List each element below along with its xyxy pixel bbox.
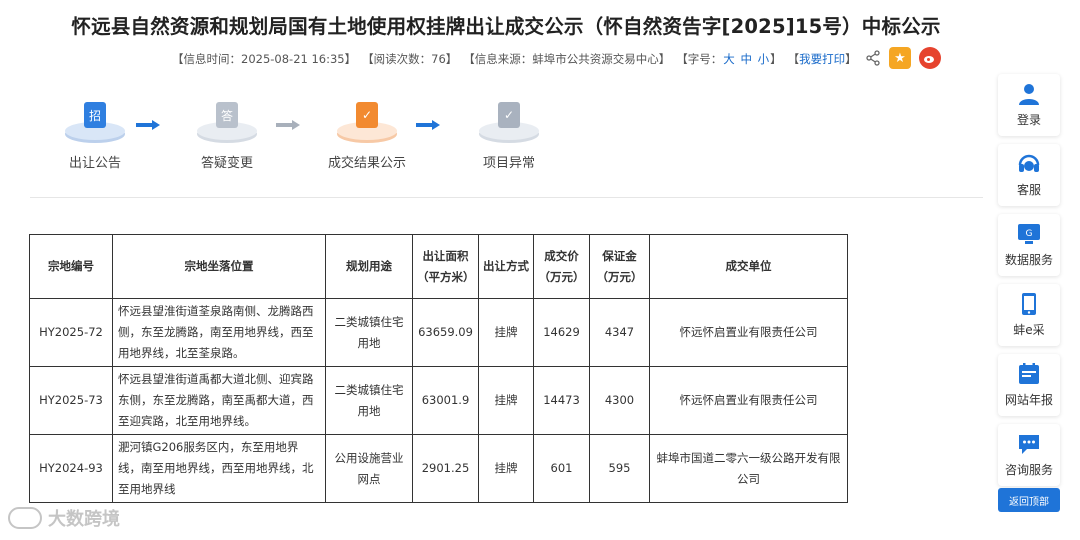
parcel-no-cell: HY2025-73 bbox=[29, 366, 113, 435]
source-value: 蚌埠市公共资源交易中心 bbox=[532, 52, 659, 66]
sidebar-item-login[interactable]: 登录 bbox=[998, 74, 1060, 136]
sidebar-item-support[interactable]: 客服 bbox=[998, 144, 1060, 206]
parcel-no-cell: HY2025-72 bbox=[29, 298, 113, 367]
method-cell: 挂牌 bbox=[478, 298, 534, 367]
step-exception[interactable]: ✓ 项目异常 bbox=[464, 96, 554, 171]
sidebar-item-label: 咨询服务 bbox=[1004, 463, 1053, 477]
location-cell: 怀远县望淮街道禹都大道北侧、迎宾路东侧，东至龙腾路，南至禹都大道，西至迎宾路，北… bbox=[112, 366, 326, 435]
announcement-icon: 招 bbox=[84, 102, 106, 128]
watermark-logo-icon bbox=[8, 507, 42, 529]
method-cell: 挂牌 bbox=[478, 434, 534, 503]
step-announcement[interactable]: 招 出让公告 bbox=[50, 96, 140, 171]
font-large-link[interactable]: 大 bbox=[723, 52, 735, 66]
result-table: 宗地编号 宗地坐落位置 规划用途 出让面积（平方米） 出让方式 成交价（万元） … bbox=[29, 234, 848, 503]
deposit-cell: 4300 bbox=[589, 366, 650, 435]
watermark: 大数跨境 bbox=[8, 505, 120, 531]
data-service-icon: G bbox=[1017, 222, 1041, 246]
info-source: 【信息来源：蚌埠市公共资源交易中心】 bbox=[463, 52, 671, 66]
font-medium-link[interactable]: 中 bbox=[740, 52, 752, 66]
col-method: 出让方式 bbox=[478, 234, 534, 299]
step-label: 出让公告 bbox=[68, 156, 121, 171]
mobile-icon bbox=[1017, 292, 1041, 316]
winner-cell: 蚌埠市国道二零六一级公路开发有限公司 bbox=[649, 434, 848, 503]
deposit-cell: 595 bbox=[589, 434, 650, 503]
price-cell: 14473 bbox=[533, 366, 590, 435]
table-row: HY2025-72 怀远县望淮街道荃泉路南侧、龙腾路西侧，东至龙腾路，南至用地界… bbox=[29, 298, 848, 367]
sidebar-item-label: 客服 bbox=[1016, 183, 1041, 197]
sidebar-item-consult[interactable]: 咨询服务 bbox=[998, 424, 1060, 486]
price-cell: 14629 bbox=[533, 298, 590, 367]
sidebar-item-annual-report[interactable]: 网站年报 bbox=[998, 354, 1060, 416]
page-title: 怀远县自然资源和规划局国有土地使用权挂牌出让成交公示（怀自然资告字[2025]1… bbox=[71, 15, 941, 38]
method-cell: 挂牌 bbox=[478, 366, 534, 435]
print-wrap: 【我要打印】 bbox=[787, 52, 857, 66]
read-count: 【阅读次数：76】 bbox=[362, 52, 458, 66]
col-parcel-no: 宗地编号 bbox=[29, 234, 113, 299]
location-cell: 淝河镇G206服务区内，东至用地界线，南至用地界线，西至用地界线，北至用地界线 bbox=[112, 434, 326, 503]
watermark-text: 大数跨境 bbox=[48, 509, 120, 530]
arrow-right-icon bbox=[136, 120, 160, 130]
right-sidebar: 登录 客服 G 数据服务 蚌e采 网站年报 咨询服务 bbox=[998, 74, 1060, 494]
arrow-right-icon bbox=[276, 120, 300, 130]
sidebar-item-label: 数据服务 bbox=[1004, 253, 1053, 267]
sidebar-item-data-service[interactable]: G 数据服务 bbox=[998, 214, 1060, 276]
area-cell: 63659.09 bbox=[412, 298, 479, 367]
sidebar-item-label: 网站年报 bbox=[1004, 393, 1053, 407]
sidebar-item-label: 登录 bbox=[1016, 113, 1041, 127]
col-use: 规划用途 bbox=[325, 234, 413, 299]
annual-report-icon bbox=[1017, 362, 1041, 386]
weibo-icon[interactable] bbox=[919, 47, 941, 69]
sidebar-item-label: 蚌e采 bbox=[1013, 323, 1045, 337]
winner-cell: 怀远怀启置业有限责任公司 bbox=[649, 298, 848, 367]
qa-icon: 答 bbox=[216, 102, 238, 128]
step-qa-change[interactable]: 答 答疑变更 bbox=[182, 96, 272, 171]
print-link[interactable]: 我要打印 bbox=[799, 52, 845, 66]
favorite-star-icon[interactable]: ★ bbox=[889, 47, 911, 69]
result-icon: ✓ bbox=[356, 102, 378, 128]
col-area: 出让面积（平方米） bbox=[412, 234, 479, 299]
area-cell: 2901.25 bbox=[412, 434, 479, 503]
sidebar-item-mobile[interactable]: 蚌e采 bbox=[998, 284, 1060, 346]
share-bar: ★ bbox=[865, 47, 941, 69]
step-result[interactable]: ✓ 成交结果公示 bbox=[322, 96, 412, 171]
share-icon[interactable] bbox=[865, 50, 881, 66]
step-label: 答疑变更 bbox=[200, 156, 253, 171]
table-row: HY2025-73 怀远县望淮街道禹都大道北侧、迎宾路东侧，东至龙腾路，南至禹都… bbox=[29, 366, 848, 435]
use-cell: 二类城镇住宅用地 bbox=[325, 366, 413, 435]
col-winner: 成交单位 bbox=[649, 234, 848, 299]
headset-icon bbox=[1017, 152, 1041, 176]
chat-icon bbox=[1017, 432, 1041, 456]
location-cell: 怀远县望淮街道荃泉路南侧、龙腾路西侧，东至龙腾路，南至用地界线，西至用地界线，北… bbox=[112, 298, 326, 367]
winner-cell: 怀远怀启置业有限责任公司 bbox=[649, 366, 848, 435]
arrow-right-icon bbox=[416, 120, 440, 130]
process-steps: 招 出让公告 答 答疑变更 ✓ 成交结果公示 ✓ 项目异常 bbox=[50, 96, 610, 176]
use-cell: 公用设施营业网点 bbox=[325, 434, 413, 503]
exception-icon: ✓ bbox=[498, 102, 520, 128]
meta-bar: 【信息时间：2025-08-21 16:35】 【阅读次数：76】 【信息来源：… bbox=[172, 50, 863, 68]
step-label: 成交结果公示 bbox=[327, 156, 406, 171]
back-to-top-button[interactable]: 返回顶部 bbox=[998, 488, 1060, 512]
deposit-cell: 4347 bbox=[589, 298, 650, 367]
svg-text:G: G bbox=[1026, 229, 1033, 239]
parcel-no-cell: HY2024-93 bbox=[29, 434, 113, 503]
col-price: 成交价（万元） bbox=[533, 234, 590, 299]
col-location: 宗地坐落位置 bbox=[112, 234, 326, 299]
area-cell: 63001.9 bbox=[412, 366, 479, 435]
table-row: HY2024-93 淝河镇G206服务区内，东至用地界线，南至用地界线，西至用地… bbox=[29, 434, 848, 503]
use-cell: 二类城镇住宅用地 bbox=[325, 298, 413, 367]
price-cell: 601 bbox=[533, 434, 590, 503]
font-size-switcher: 【字号：大 中 小】 bbox=[676, 52, 782, 66]
step-label: 项目异常 bbox=[482, 156, 535, 171]
divider bbox=[30, 197, 983, 198]
font-small-link[interactable]: 小 bbox=[758, 52, 770, 66]
table-header-row: 宗地编号 宗地坐落位置 规划用途 出让面积（平方米） 出让方式 成交价（万元） … bbox=[29, 234, 848, 299]
col-deposit: 保证金（万元） bbox=[589, 234, 650, 299]
user-icon bbox=[1017, 82, 1041, 106]
info-time: 【信息时间：2025-08-21 16:35】 bbox=[172, 52, 357, 66]
